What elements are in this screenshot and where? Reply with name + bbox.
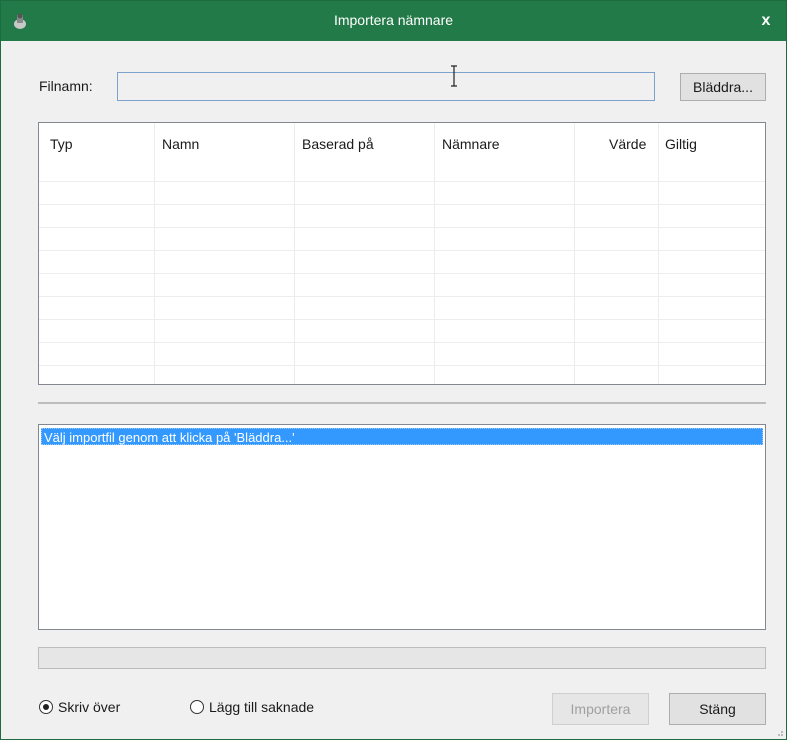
filename-input[interactable] — [117, 72, 655, 101]
table-row — [39, 182, 765, 205]
column-header-typ[interactable]: Typ — [50, 136, 73, 152]
table-row — [39, 297, 765, 320]
table-row — [39, 274, 765, 297]
browse-button[interactable]: Bläddra... — [680, 73, 766, 101]
table-row — [39, 205, 765, 228]
message-list[interactable]: Välj importfil genom att klicka på 'Bläd… — [38, 424, 766, 630]
close-button[interactable]: Stäng — [669, 693, 766, 725]
import-button[interactable]: Importera — [552, 693, 649, 725]
column-header-namn[interactable]: Namn — [162, 136, 199, 152]
table-row — [39, 159, 765, 182]
overwrite-label: Skriv över — [58, 699, 121, 715]
progress-bar — [38, 647, 766, 669]
add-missing-label: Lägg till saknade — [209, 699, 315, 715]
radio-selected-icon — [39, 700, 53, 714]
table-row — [39, 320, 765, 343]
table-row — [39, 228, 765, 251]
table-header: Typ Namn Baserad på Nämnare Värde Giltig — [39, 123, 765, 159]
title-bar[interactable]: Importera nämnare x — [1, 1, 786, 41]
table-row — [39, 251, 765, 274]
overwrite-radio[interactable]: Skriv över — [39, 699, 120, 715]
column-header-baserad[interactable]: Baserad på — [302, 136, 374, 152]
text-cursor-icon — [451, 65, 457, 87]
column-header-namnare[interactable]: Nämnare — [442, 136, 500, 152]
table-row — [39, 366, 765, 384]
radio-unselected-icon — [190, 700, 204, 714]
add-missing-radio[interactable]: Lägg till saknade — [190, 699, 314, 715]
splitter[interactable] — [38, 402, 766, 404]
column-header-varde[interactable]: Värde — [609, 136, 646, 152]
close-icon[interactable]: x — [754, 9, 778, 33]
window-title: Importera nämnare — [333, 12, 454, 28]
import-dialog: Importera nämnare x Filnamn: Bläddra... … — [0, 0, 787, 740]
import-table[interactable]: Typ Namn Baserad på Nämnare Värde Giltig — [38, 122, 766, 385]
list-item[interactable]: Välj importfil genom att klicka på 'Bläd… — [41, 428, 763, 445]
resize-grip-icon[interactable] — [774, 727, 784, 737]
filename-label: Filnamn: — [39, 78, 93, 94]
table-row — [39, 343, 765, 366]
column-header-giltig[interactable]: Giltig — [665, 136, 697, 152]
